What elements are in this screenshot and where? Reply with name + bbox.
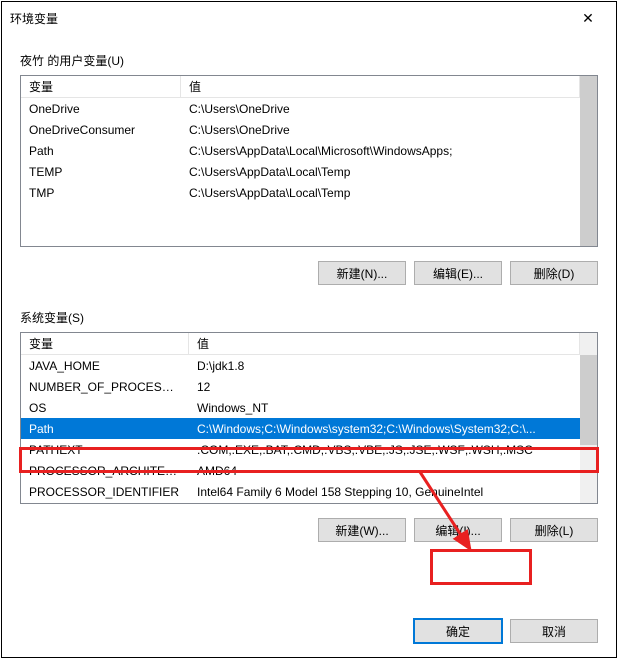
user-vars-scrollbar[interactable] <box>580 76 597 246</box>
window-title: 环境变量 <box>10 10 568 27</box>
table-row[interactable]: JAVA_HOMED:\jdk1.8 <box>21 355 580 376</box>
var-value: Intel64 Family 6 Model 158 Stepping 10, … <box>189 483 580 501</box>
scrollbar-thumb[interactable] <box>580 76 597 246</box>
var-value: 12 <box>189 378 580 396</box>
var-name: Path <box>21 420 189 438</box>
table-row[interactable]: OSWindows_NT <box>21 397 580 418</box>
var-value: C:\Users\AppData\Local\Temp <box>181 184 580 202</box>
user-vars-label: 夜竹 的用户变量(U) <box>20 52 598 69</box>
var-name: Path <box>21 142 181 160</box>
var-value: AMD64 <box>189 462 580 480</box>
table-row[interactable]: OneDriveConsumerC:\Users\OneDrive <box>21 119 580 140</box>
var-value: D:\jdk1.8 <box>189 357 580 375</box>
system-vars-list-inner: 变量 值 JAVA_HOMED:\jdk1.8NUMBER_OF_PROCESS… <box>21 333 580 503</box>
table-row[interactable]: TEMPC:\Users\AppData\Local\Temp <box>21 161 580 182</box>
user-vars-buttons: 新建(N)... 编辑(E)... 删除(D) <box>20 261 598 285</box>
ok-button[interactable]: 确定 <box>414 619 502 643</box>
user-vars-list[interactable]: 变量 值 OneDriveC:\Users\OneDriveOneDriveCo… <box>20 75 598 247</box>
var-name: PATHEXT <box>21 441 189 459</box>
user-delete-button[interactable]: 删除(D) <box>510 261 598 285</box>
var-name: NUMBER_OF_PROCESSORS <box>21 378 189 396</box>
system-new-button[interactable]: 新建(W)... <box>318 518 406 542</box>
header-name[interactable]: 变量 <box>21 333 189 355</box>
var-name: JAVA_HOME <box>21 357 189 375</box>
env-vars-dialog: 环境变量 ✕ 夜竹 的用户变量(U) 变量 值 OneDriveC:\Users… <box>1 1 617 658</box>
var-name: TMP <box>21 184 181 202</box>
var-name: PROCESSOR_IDENTIFIER <box>21 483 189 501</box>
system-vars-buttons: 新建(W)... 编辑(I)... 删除(L) <box>20 518 598 542</box>
table-row[interactable]: PROCESSOR_IDENTIFIERIntel64 Family 6 Mod… <box>21 481 580 502</box>
system-vars-list[interactable]: 变量 值 JAVA_HOMED:\jdk1.8NUMBER_OF_PROCESS… <box>20 332 598 504</box>
var-value: C:\Users\OneDrive <box>181 100 580 118</box>
table-row[interactable]: NUMBER_OF_PROCESSORS12 <box>21 376 580 397</box>
close-icon: ✕ <box>582 10 594 27</box>
table-row[interactable]: OneDriveC:\Users\OneDrive <box>21 98 580 119</box>
var-name: OneDrive <box>21 100 181 118</box>
titlebar: 环境变量 ✕ <box>2 2 616 34</box>
system-delete-button[interactable]: 删除(L) <box>510 518 598 542</box>
var-value: .COM;.EXE;.BAT;.CMD;.VBS;.VBE;.JS;.JSE;.… <box>189 441 580 459</box>
system-vars-section: 系统变量(S) 变量 值 JAVA_HOMED:\jdk1.8NUMBER_OF… <box>20 301 598 542</box>
dialog-content: 夜竹 的用户变量(U) 变量 值 OneDriveC:\Users\OneDri… <box>2 34 616 605</box>
system-vars-label: 系统变量(S) <box>20 309 598 326</box>
table-row[interactable]: PathC:\Users\AppData\Local\Microsoft\Win… <box>21 140 580 161</box>
var-name: OS <box>21 399 189 417</box>
dialog-footer: 确定 取消 <box>2 605 616 657</box>
table-row[interactable]: PathC:\Windows;C:\Windows\system32;C:\Wi… <box>21 418 580 439</box>
var-value: C:\Users\AppData\Local\Microsoft\Windows… <box>181 142 580 160</box>
var-value: C:\Users\OneDrive <box>181 121 580 139</box>
user-edit-button[interactable]: 编辑(E)... <box>414 261 502 285</box>
user-vars-header: 变量 值 <box>21 76 580 98</box>
var-value: C:\Windows;C:\Windows\system32;C:\Window… <box>189 420 580 438</box>
system-vars-scrollbar[interactable] <box>580 333 597 503</box>
header-value[interactable]: 值 <box>189 333 580 355</box>
var-name: PROCESSOR_ARCHITECT... <box>21 462 189 480</box>
system-edit-button[interactable]: 编辑(I)... <box>414 518 502 542</box>
system-vars-header: 变量 值 <box>21 333 580 355</box>
table-row[interactable]: PATHEXT.COM;.EXE;.BAT;.CMD;.VBS;.VBE;.JS… <box>21 439 580 460</box>
header-name[interactable]: 变量 <box>21 76 181 98</box>
var-name: TEMP <box>21 163 181 181</box>
table-row[interactable]: TMPC:\Users\AppData\Local\Temp <box>21 182 580 203</box>
table-row[interactable]: PROCESSOR_ARCHITECT...AMD64 <box>21 460 580 481</box>
var-value: C:\Users\AppData\Local\Temp <box>181 163 580 181</box>
var-value: Windows_NT <box>189 399 580 417</box>
scrollbar-thumb[interactable] <box>580 355 597 445</box>
user-vars-section: 夜竹 的用户变量(U) 变量 值 OneDriveC:\Users\OneDri… <box>20 44 598 285</box>
close-button[interactable]: ✕ <box>568 4 608 32</box>
user-vars-list-inner: 变量 值 OneDriveC:\Users\OneDriveOneDriveCo… <box>21 76 580 246</box>
user-new-button[interactable]: 新建(N)... <box>318 261 406 285</box>
header-value[interactable]: 值 <box>181 76 580 98</box>
var-name: OneDriveConsumer <box>21 121 181 139</box>
cancel-button[interactable]: 取消 <box>510 619 598 643</box>
